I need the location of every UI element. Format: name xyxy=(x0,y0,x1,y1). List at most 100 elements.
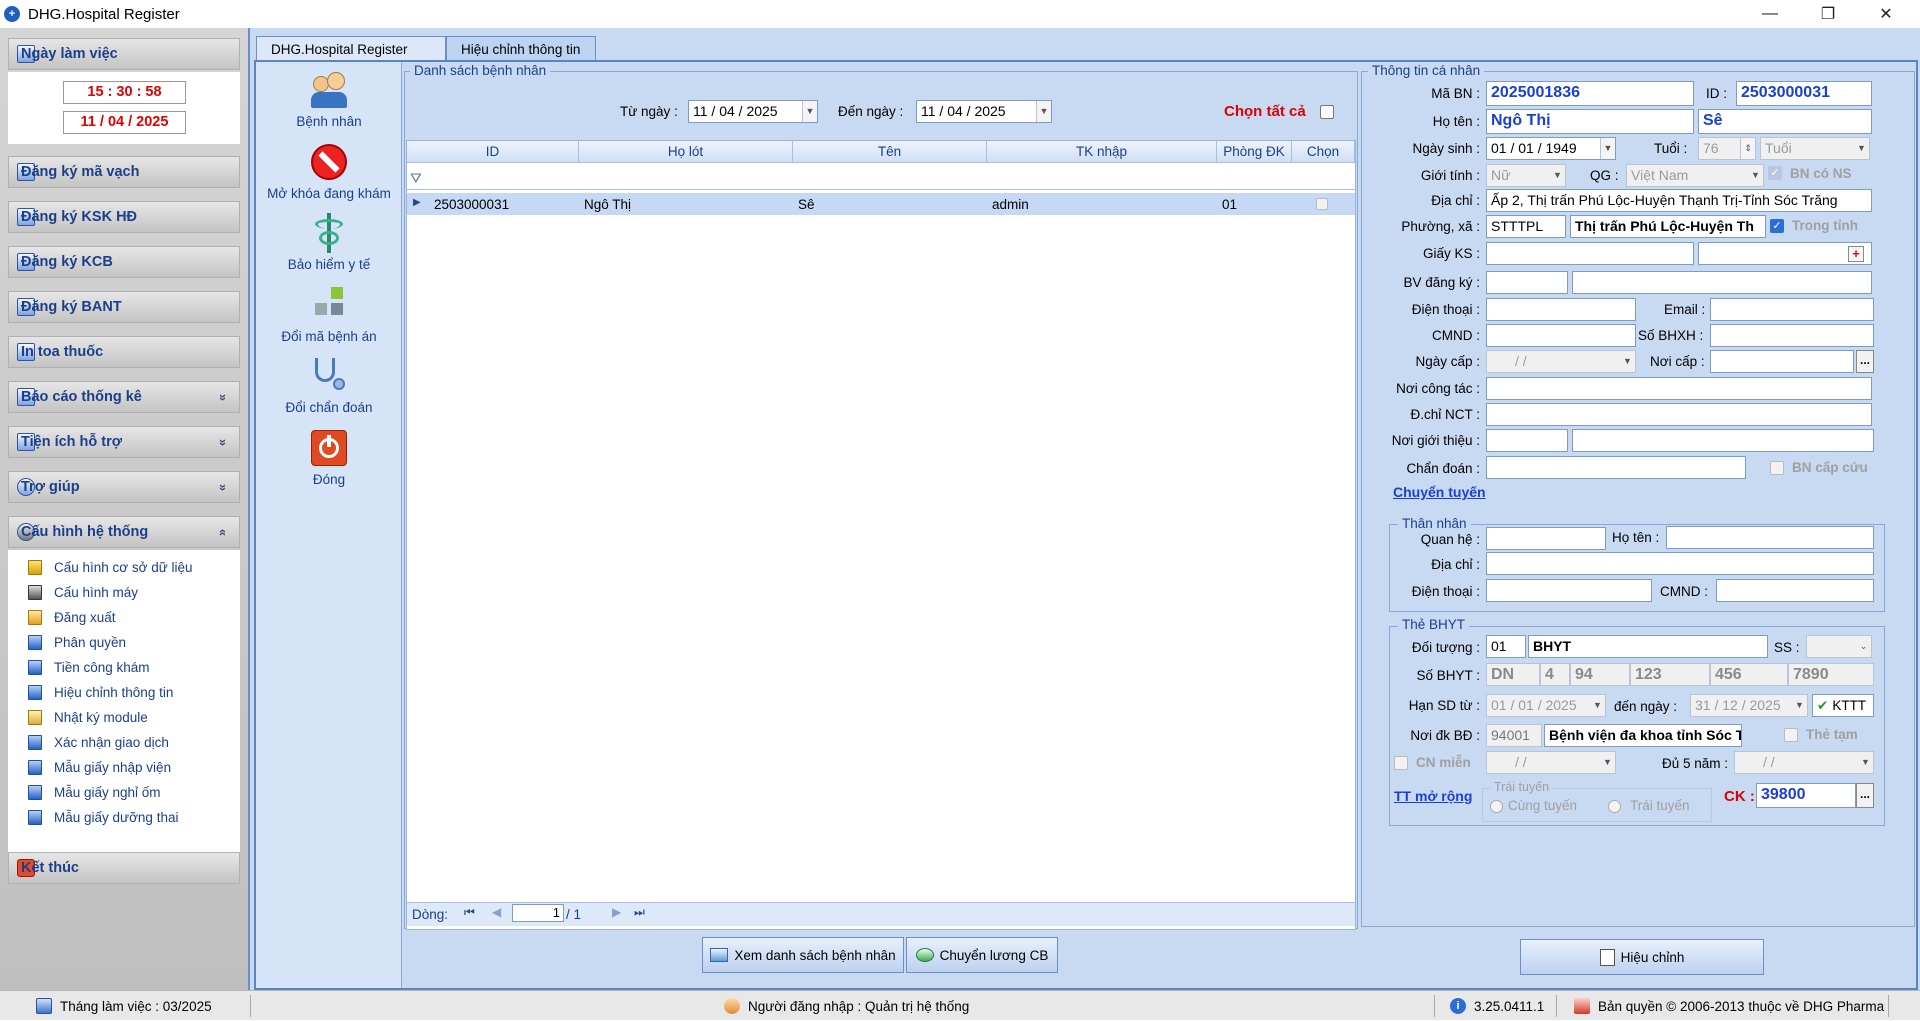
ss-select[interactable]: ⌄ xyxy=(1806,635,1872,658)
sidebar-section-barcode[interactable]: Đăng ký mã vạch xyxy=(8,156,240,188)
sidebar-section-bant[interactable]: Đăng ký BANT xyxy=(8,291,240,323)
from-date-picker[interactable]: 11 / 04 / 2025 ▼ xyxy=(688,100,818,123)
table-row[interactable] xyxy=(407,193,1355,215)
filter-row[interactable] xyxy=(407,164,1355,190)
tuoi-unit-select[interactable]: Tuổi ▼ xyxy=(1760,137,1870,160)
phuong-code-field[interactable]: STTTPL xyxy=(1486,215,1566,238)
sidebar-section-config[interactable]: Cấu hình hệ thống » xyxy=(8,516,240,548)
trong-tinh-checkbox[interactable]: ✓ xyxy=(1770,219,1784,233)
close-tool-button[interactable]: Đóng xyxy=(256,428,402,487)
change-record-tool-button[interactable]: Đổi mã bệnh án xyxy=(256,285,402,344)
cung-tuyen-radio[interactable] xyxy=(1490,800,1503,813)
chan-doan-field[interactable] xyxy=(1486,456,1746,479)
prev-page-icon[interactable]: ◀ xyxy=(492,905,501,919)
menu-module-log[interactable]: Nhật ký module xyxy=(28,706,148,728)
tab-edit-info[interactable]: Hiệu chỉnh thông tin xyxy=(446,36,596,62)
sidebar-section-ksk[interactable]: Đăng ký KSK HĐ xyxy=(8,201,240,233)
column-header-chon[interactable]: Chọn xyxy=(1292,141,1355,163)
column-header-id[interactable]: ID xyxy=(407,141,579,163)
cn-mien-date-picker[interactable]: / / ▼ xyxy=(1486,751,1616,774)
menu-exam-fee[interactable]: Tiền công khám xyxy=(28,656,150,678)
kttt-button[interactable]: ✔ KTTT xyxy=(1812,694,1874,717)
gioi-tinh-select[interactable]: Nữ ▼ xyxy=(1486,164,1566,187)
noi-gioi-thieu-field[interactable] xyxy=(1572,429,1874,452)
so-bhyt-part-2[interactable]: 4 xyxy=(1540,663,1570,686)
so-bhyt-part-5[interactable]: 456 xyxy=(1710,663,1788,686)
so-bhxh-field[interactable] xyxy=(1710,324,1874,347)
han-tu-picker[interactable]: 01 / 01 / 2025 ▼ xyxy=(1486,694,1606,717)
bv-dang-ky-field[interactable] xyxy=(1572,271,1872,294)
column-header-tk-nhap[interactable]: TK nhập xyxy=(987,141,1217,163)
relative-cmnd-field[interactable] xyxy=(1716,579,1874,602)
noi-cap-browse-button[interactable]: ... xyxy=(1856,350,1874,373)
cmnd-field[interactable] xyxy=(1486,324,1636,347)
minimize-button[interactable]: — xyxy=(1742,0,1798,28)
sidebar-section-help[interactable]: Trợ giúp « xyxy=(8,471,240,503)
ngay-cap-picker[interactable]: / / ▼ xyxy=(1486,350,1636,373)
so-bhyt-part-3[interactable]: 94 xyxy=(1570,663,1630,686)
noi-cap-field[interactable] xyxy=(1710,350,1854,373)
relative-dien-thoai-field[interactable] xyxy=(1486,579,1652,602)
sidebar-section-prescription[interactable]: In toa thuốc xyxy=(8,336,240,368)
noi-dk-code-field[interactable]: 94001 xyxy=(1486,724,1542,747)
han-den-picker[interactable]: 31 / 12 / 2025 ▼ xyxy=(1690,694,1808,717)
add-icon[interactable]: + xyxy=(1848,246,1864,262)
sidebar-section-workday[interactable]: Ngày làm việc xyxy=(8,38,240,70)
doi-tuong-field[interactable]: BHYT xyxy=(1528,635,1768,658)
ngay-sinh-picker[interactable]: 01 / 01 / 1949 ▼ xyxy=(1486,137,1616,160)
bn-cap-cuu-checkbox[interactable] xyxy=(1770,461,1784,475)
ck-field[interactable]: 39800 xyxy=(1756,783,1856,808)
relative-dia-chi-field[interactable] xyxy=(1486,552,1874,575)
quan-he-field[interactable] xyxy=(1486,527,1606,550)
giay-ks-field[interactable] xyxy=(1486,242,1694,265)
sidebar-section-utilities[interactable]: Tiện ích hỗ trợ « xyxy=(8,426,240,458)
email-field[interactable] xyxy=(1710,298,1874,321)
menu-confirm-transaction[interactable]: Xác nhận giao dịch xyxy=(28,731,169,753)
chuyen-tuyen-link[interactable]: Chuyển tuyến xyxy=(1393,484,1486,500)
sidebar-section-reports[interactable]: Báo cáo thống kê « xyxy=(8,381,240,413)
page-input[interactable]: 1 xyxy=(512,904,564,922)
ten-field[interactable]: Sê xyxy=(1698,109,1872,134)
view-patient-list-button[interactable]: Xem danh sách bệnh nhân xyxy=(702,937,904,973)
dchi-nct-field[interactable] xyxy=(1486,403,1872,426)
noi-cong-tac-field[interactable] xyxy=(1486,377,1872,400)
next-page-icon[interactable]: ▶ xyxy=(612,905,621,919)
noi-dk-field[interactable]: Bệnh viện đa khoa tỉnh Sóc Trăng xyxy=(1544,724,1742,747)
to-date-picker[interactable]: 11 / 04 / 2025 ▼ xyxy=(916,100,1052,123)
column-header-ten[interactable]: Tên xyxy=(793,141,987,163)
transfer-salary-button[interactable]: Chuyển lương CB xyxy=(906,937,1058,973)
sidebar-section-kcb[interactable]: Đăng ký KCB xyxy=(8,246,240,278)
select-all-checkbox[interactable] xyxy=(1320,105,1334,119)
column-header-phong[interactable]: Phòng ĐK xyxy=(1217,141,1292,163)
doi-tuong-code-field[interactable]: 01 xyxy=(1486,635,1526,658)
last-page-icon[interactable]: ⏭ xyxy=(634,905,645,920)
close-button[interactable]: ✕ xyxy=(1858,0,1914,28)
tab-hospital-register[interactable]: DHG.Hospital Register xyxy=(256,36,446,62)
dien-thoai-field[interactable] xyxy=(1486,298,1636,321)
ck-browse-button[interactable]: ... xyxy=(1856,783,1874,808)
tt-mo-rong-link[interactable]: TT mở rộng xyxy=(1394,788,1472,804)
trai-tuyen-radio[interactable] xyxy=(1608,800,1621,813)
maximize-button[interactable]: ❐ xyxy=(1800,0,1856,28)
tuoi-spinner[interactable]: 76 ⇕ xyxy=(1698,137,1756,160)
column-header-ho-lot[interactable]: Họ lót xyxy=(579,141,793,163)
so-bhyt-part-1[interactable]: DN xyxy=(1486,663,1540,686)
menu-logout[interactable]: Đăng xuất xyxy=(28,606,116,628)
menu-permissions[interactable]: Phân quyền xyxy=(28,631,126,653)
the-tam-checkbox[interactable] xyxy=(1784,728,1798,742)
so-bhyt-part-6[interactable]: 7890 xyxy=(1788,663,1874,686)
noi-gioi-thieu-code-field[interactable] xyxy=(1486,429,1568,452)
giay-ks-extra-field[interactable] xyxy=(1698,242,1872,265)
relative-ho-ten-field[interactable] xyxy=(1666,526,1874,549)
dia-chi-field[interactable]: Ấp 2, Thị trấn Phú Lộc-Huyện Thạnh Trị-T… xyxy=(1486,189,1872,212)
bn-co-ns-checkbox[interactable]: ✓ xyxy=(1768,166,1782,180)
edit-button[interactable]: Hiệu chỉnh xyxy=(1520,939,1764,975)
menu-admission-form[interactable]: Mẫu giấy nhập viện xyxy=(28,756,171,778)
menu-machine-config[interactable]: Cấu hình máy xyxy=(28,581,138,603)
ma-bn-field[interactable]: 2025001836 xyxy=(1486,81,1694,106)
row-select-checkbox[interactable] xyxy=(1316,198,1328,210)
bv-dang-ky-code-field[interactable] xyxy=(1486,271,1568,294)
du5nam-date-picker[interactable]: / / ▼ xyxy=(1734,751,1874,774)
menu-edit-info[interactable]: Hiệu chỉnh thông tin xyxy=(28,681,173,703)
menu-sick-leave-form[interactable]: Mẫu giấy nghỉ ốm xyxy=(28,781,161,803)
